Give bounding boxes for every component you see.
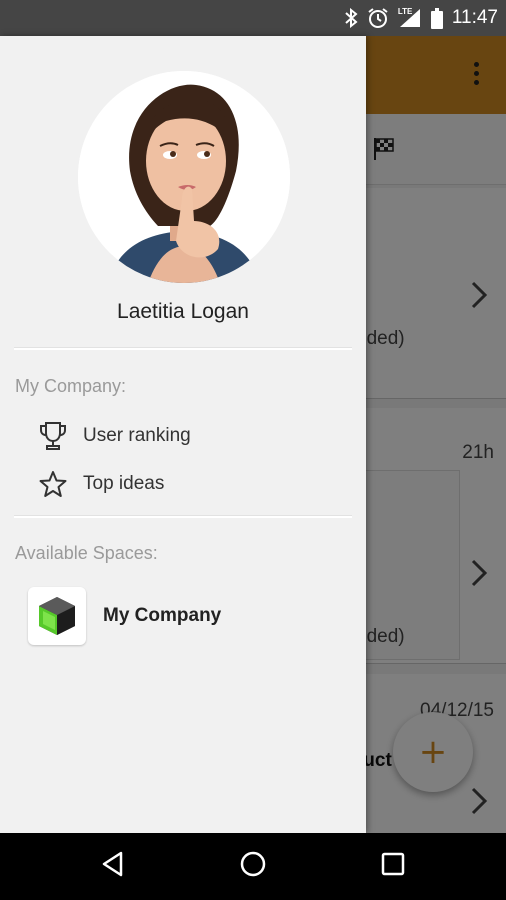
status-bar: LTE 11:47 [0, 0, 506, 36]
menu-item-top-ideas[interactable]: Top ideas [36, 464, 164, 504]
network-type-label: LTE [397, 7, 413, 16]
space-item-label: My Company [103, 605, 222, 626]
alarm-icon [367, 7, 389, 29]
avatar[interactable] [78, 71, 290, 283]
section-label-spaces: Available Spaces: [15, 543, 158, 563]
status-time: 11:47 [451, 7, 498, 28]
battery-icon [430, 7, 443, 29]
section-label-company: My Company: [15, 376, 127, 396]
space-item-my-company[interactable]: My Company [28, 586, 221, 646]
navigation-drawer: Laetitia Logan My Company: User ranking … [0, 36, 366, 833]
system-nav-bar [0, 833, 506, 900]
recents-button[interactable] [353, 833, 433, 900]
status-icons: LTE 11:47 [344, 0, 498, 36]
company-cube-logo [28, 587, 86, 645]
menu-item-label: User ranking [83, 425, 191, 446]
signal-icon: LTE [398, 7, 422, 29]
star-icon [36, 467, 70, 501]
recents-icon [381, 852, 405, 881]
menu-item-label: Top ideas [83, 473, 165, 494]
back-button[interactable] [73, 833, 153, 900]
bluetooth-icon [344, 8, 358, 28]
trophy-icon [36, 419, 70, 453]
divider [14, 515, 352, 518]
menu-item-user-ranking[interactable]: User ranking [36, 416, 191, 456]
back-icon [101, 851, 125, 882]
user-name: Laetitia Logan [117, 300, 249, 323]
home-icon [240, 851, 266, 882]
divider [14, 347, 352, 350]
home-button[interactable] [213, 833, 293, 900]
